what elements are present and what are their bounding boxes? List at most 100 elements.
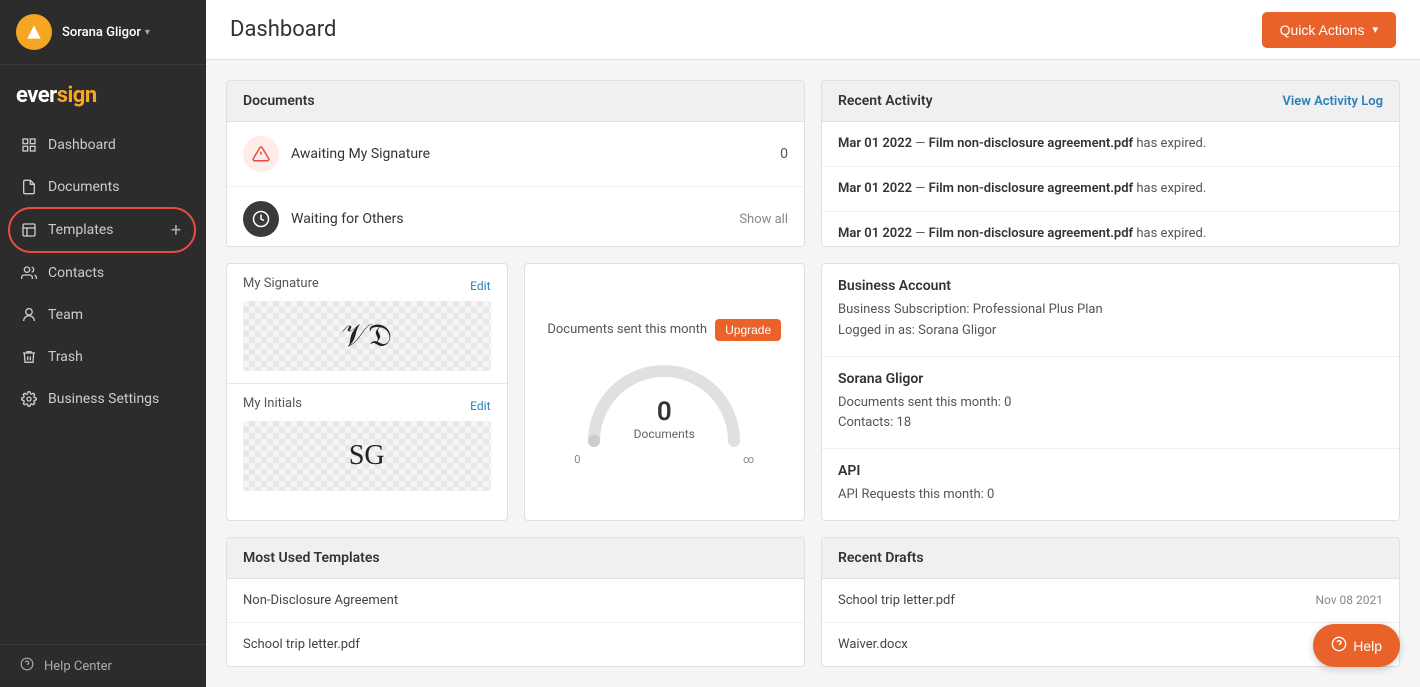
business-account-section: Business Account Business Subscription: …	[822, 264, 1399, 357]
sidebar-nav: Dashboard Documents Templates + Contacts	[0, 116, 206, 644]
documents-card: Documents Awaiting My Signature 0 Waitin…	[226, 80, 805, 247]
page-title: Dashboard	[230, 17, 336, 42]
gauge-title-text: Documents sent this month	[547, 322, 707, 337]
initials-preview: SG	[243, 421, 491, 491]
api-section: API API Requests this month: 0	[822, 449, 1399, 520]
upgrade-button[interactable]: Upgrade	[715, 319, 781, 341]
chevron-down-icon: ▾	[145, 27, 150, 38]
activity-row: Mar 01 2022 — Film non-disclosure agreem…	[822, 212, 1399, 247]
row2-left: My Signature Edit 𝒱𝔇 My Initials Edit SG	[226, 263, 805, 521]
quick-actions-button[interactable]: Quick Actions ▾	[1262, 12, 1396, 48]
gauge-max: ∞	[743, 453, 754, 466]
documents-card-header: Documents	[227, 81, 804, 122]
chevron-down-icon: ▾	[1372, 23, 1378, 36]
business-account-text: Business Subscription: Professional Plus…	[838, 300, 1383, 342]
settings-icon	[20, 390, 38, 408]
activity-row: Mar 01 2022 — Film non-disclosure agreem…	[822, 167, 1399, 212]
help-center-link[interactable]: Help Center	[20, 657, 186, 675]
sidebar-item-team[interactable]: Team	[0, 294, 206, 336]
signature-preview: 𝒱𝔇	[243, 301, 491, 371]
my-signature-label: My Signature	[243, 276, 319, 291]
my-signature-section: My Signature Edit 𝒱𝔇	[227, 264, 507, 384]
sidebar-brand: eversign	[0, 65, 206, 116]
quick-actions-label: Quick Actions	[1280, 22, 1365, 38]
main-content: Dashboard Quick Actions ▾ Documents Awai…	[206, 0, 1420, 687]
list-item[interactable]: School trip letter.pdf Nov 08 2021	[822, 579, 1399, 623]
drafts-card-header: Recent Drafts	[822, 538, 1399, 579]
activity-card: Recent Activity View Activity Log Mar 01…	[821, 80, 1400, 247]
trash-icon	[20, 348, 38, 366]
my-initials-label: My Initials	[243, 396, 302, 411]
activity-card-header: Recent Activity View Activity Log	[822, 81, 1399, 122]
my-initials-section: My Initials Edit SG	[227, 384, 507, 503]
activity-row: Mar 01 2022 — Film non-disclosure agreem…	[822, 122, 1399, 167]
draft-date: Nov 08 2021	[1315, 593, 1383, 608]
sidebar-item-label: Team	[48, 307, 83, 323]
awaiting-label: Awaiting My Signature	[291, 146, 768, 162]
sidebar-header: Sorana Gligor ▾	[0, 0, 206, 65]
sidebar-item-label: Templates	[48, 222, 114, 238]
help-button[interactable]: Help	[1313, 624, 1400, 667]
view-activity-log-link[interactable]: View Activity Log	[1282, 94, 1383, 109]
gauge-unit: Documents	[634, 427, 695, 441]
api-title: API	[838, 463, 1383, 479]
users-icon	[20, 264, 38, 282]
layout-icon	[20, 221, 38, 239]
edit-initials-link[interactable]: Edit	[470, 399, 490, 413]
sidebar-user[interactable]: Sorana Gligor ▾	[62, 25, 150, 40]
sidebar-item-templates[interactable]: Templates +	[0, 208, 206, 252]
sidebar-item-label: Business Settings	[48, 391, 159, 407]
help-circle-icon	[1331, 636, 1347, 655]
user-info-title: Sorana Gligor	[838, 371, 1383, 387]
warning-icon	[243, 136, 279, 172]
activity-header-label: Recent Activity	[838, 93, 933, 109]
sidebar-item-contacts[interactable]: Contacts	[0, 252, 206, 294]
waiting-for-others-row[interactable]: Waiting for Others Show all	[227, 187, 804, 247]
template-name: Non-Disclosure Agreement	[243, 593, 398, 608]
awaiting-count: 0	[780, 146, 788, 162]
signature-card: My Signature Edit 𝒱𝔇 My Initials Edit SG	[226, 263, 508, 521]
gauge-minmax: 0 ∞	[574, 453, 754, 466]
gauge-value: 0 Documents	[634, 397, 695, 441]
file-icon	[20, 178, 38, 196]
api-text: API Requests this month: 0	[838, 485, 1383, 506]
gauge-min: 0	[574, 453, 580, 466]
template-name: School trip letter.pdf	[243, 637, 360, 652]
sidebar-item-documents[interactable]: Documents	[0, 166, 206, 208]
sidebar-item-label: Dashboard	[48, 137, 116, 153]
awaiting-signature-row[interactable]: Awaiting My Signature 0	[227, 122, 804, 187]
gauge-title: Documents sent this month Upgrade	[547, 319, 781, 341]
gauge-chart: 0 Documents	[574, 351, 754, 451]
help-center-label: Help Center	[44, 659, 112, 674]
clock-icon	[243, 201, 279, 237]
sidebar-item-dashboard[interactable]: Dashboard	[0, 124, 206, 166]
user-name: Sorana Gligor	[62, 25, 141, 40]
team-icon	[20, 306, 38, 324]
gauge-number: 0	[634, 397, 695, 427]
user-info-section: Sorana Gligor Documents sent this month:…	[822, 357, 1399, 450]
grid-icon	[20, 136, 38, 154]
gauge-card: Documents sent this month Upgrade 0 Docu…	[524, 263, 806, 521]
content-grid: Documents Awaiting My Signature 0 Waitin…	[206, 60, 1420, 687]
help-icon	[20, 657, 34, 675]
business-card: Business Account Business Subscription: …	[821, 263, 1400, 521]
templates-add-button[interactable]: +	[166, 220, 186, 240]
sidebar-item-business-settings[interactable]: Business Settings	[0, 378, 206, 420]
edit-signature-link[interactable]: Edit	[470, 279, 490, 293]
sidebar-item-label: Trash	[48, 349, 83, 365]
logo-icon	[16, 14, 52, 50]
signature-image: 𝒱𝔇	[342, 317, 392, 355]
sidebar: Sorana Gligor ▾ eversign Dashboard Docum…	[0, 0, 206, 687]
initials-image: SG	[349, 440, 385, 472]
business-account-title: Business Account	[838, 278, 1383, 294]
waiting-label: Waiting for Others	[291, 211, 727, 227]
sidebar-item-label: Contacts	[48, 265, 104, 281]
waiting-show-all[interactable]: Show all	[739, 212, 788, 227]
topbar: Dashboard Quick Actions ▾	[206, 0, 1420, 60]
sidebar-item-label: Documents	[48, 179, 119, 195]
list-item[interactable]: School trip letter.pdf	[227, 623, 804, 666]
list-item[interactable]: Non-Disclosure Agreement	[227, 579, 804, 623]
templates-card: Most Used Templates Non-Disclosure Agree…	[226, 537, 805, 667]
draft-name: Waiver.docx	[838, 637, 908, 652]
sidebar-item-trash[interactable]: Trash	[0, 336, 206, 378]
